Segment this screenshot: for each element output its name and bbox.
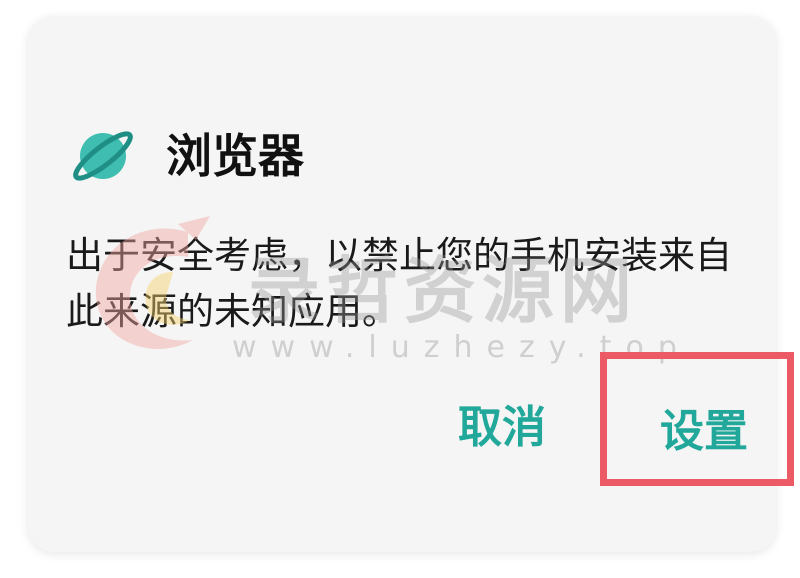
cancel-button[interactable]: 取消 <box>458 400 546 456</box>
settings-button[interactable]: 设置 <box>660 404 748 460</box>
planet-icon <box>73 131 133 181</box>
dialog-message: 出于安全考虑，以禁止您的手机安装来自此来源的未知应用。 <box>66 234 732 333</box>
screenshot-stage: 浏览器 出于安全考虑，以禁止您的手机安装来自此来源的未知应用。 录哲资源网 ww… <box>0 0 800 578</box>
dialog-app-title: 浏览器 <box>166 129 304 183</box>
